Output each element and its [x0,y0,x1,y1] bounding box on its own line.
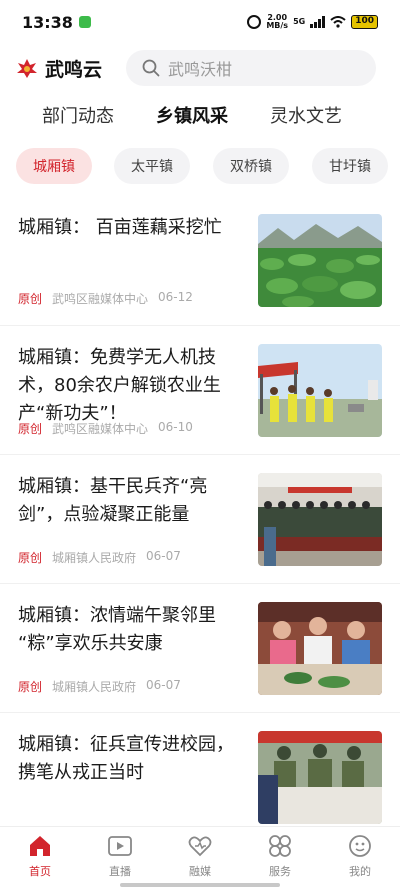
news-thumbnail-zongzi-making [258,602,382,695]
net-speed-unit: MB/s [266,21,289,30]
grid-icon [269,835,291,857]
search-input[interactable]: 武鸣沃柑 [126,50,377,86]
main-tabs: 部门动态 乡镇风采 灵水文艺 [0,96,400,134]
home-indicator[interactable] [120,883,280,887]
news-item[interactable]: 城厢镇：基干民兵齐“亮剑”，点验凝聚正能量 原创 城厢镇人民政府 06-07 [0,454,400,583]
news-date: 06-10 [158,420,193,434]
news-title: 城厢镇：免费学无人机技术，80余农户解锁农业生产“新功夫”！ [18,347,221,424]
news-item[interactable]: 城厢镇：征兵宣传进校园，携笔从戎正当时 [0,712,400,841]
original-tag: 原创 [18,422,43,436]
news-thumbnail-lotus-field [258,214,382,307]
app-name: 武鸣云 [45,58,103,81]
news-thumbnail-drone-training [258,344,382,437]
play-icon [108,836,132,856]
news-source: 武鸣区融媒体中心 [52,292,149,306]
news-date: 06-07 [146,678,181,692]
bottom-navigation: 首页 直播 融媒 服务 我的 [0,826,400,889]
news-list: 城厢镇： 百亩莲藕采挖忙 原创 武鸣区融媒体中心 06-12 城厢镇：免费学无人… [0,196,400,841]
news-item[interactable]: 城厢镇：浓情端午聚邻里 “粽”享欢乐共安康 原创 城厢镇人民政府 06-07 [0,583,400,712]
signal-icon [310,16,326,28]
status-time: 13:38 [22,12,73,32]
news-title: 城厢镇：征兵宣传进校园，携笔从戎正当时 [18,734,234,783]
nav-label: 融媒 [189,865,211,878]
app-header: 武鸣云 武鸣沃柑 [0,48,400,88]
news-title: 城厢镇：基干民兵齐“亮剑”，点验凝聚正能量 [18,476,208,525]
tab-lingshui-arts[interactable]: 灵水文艺 [270,102,342,128]
net-speed: 2.00 MB/s [266,14,288,30]
nav-media[interactable]: 融媒 [160,827,240,889]
news-source: 城厢镇人民政府 [52,680,137,694]
news-source: 武鸣区融媒体中心 [52,422,149,436]
network-label: 5G [293,17,306,26]
app-notification-icon [78,16,91,28]
original-tag: 原创 [18,292,43,306]
wifi-icon [330,16,346,28]
news-date: 06-12 [158,290,193,304]
news-title: 城厢镇：浓情端午聚邻里 “粽”享欢乐共安康 [18,605,216,654]
search-placeholder: 武鸣沃柑 [168,60,233,79]
home-icon [30,836,50,856]
chip-chengxiang[interactable]: 城厢镇 [16,148,92,184]
news-meta: 原创 武鸣区融媒体中心 06-12 [18,290,193,307]
chip-shuangqiao[interactable]: 双桥镇 [213,148,289,184]
logo-icon [17,59,37,78]
news-thumbnail-militia-assembly [258,473,382,566]
nav-profile[interactable]: 我的 [320,827,400,889]
heart-icon [188,836,212,857]
nav-label: 直播 [109,865,131,878]
nav-home[interactable]: 首页 [0,827,80,889]
alarm-icon [247,15,262,29]
news-item[interactable]: 城厢镇：免费学无人机技术，80余农户解锁农业生产“新功夫”！ 原创 武鸣区融媒体… [0,325,400,454]
status-indicators: 2.00 MB/s 5G 100 [247,14,378,30]
nav-label: 我的 [349,865,371,878]
town-filter-chips: 城厢镇 太平镇 双桥镇 甘圩镇 [0,148,400,186]
news-thumbnail-recruitment-campus [258,731,382,824]
news-meta: 原创 城厢镇人民政府 06-07 [18,678,181,695]
news-title: 城厢镇： 百亩莲藕采挖忙 [18,217,222,238]
chip-ganxu[interactable]: 甘圩镇 [312,148,388,184]
battery-icon: 100 [351,15,378,29]
nav-live[interactable]: 直播 [80,827,160,889]
tab-department-news[interactable]: 部门动态 [42,102,114,128]
nav-label: 首页 [29,865,51,878]
status-bar: 13:38 2.00 MB/s 5G 100 [0,0,400,44]
news-source: 城厢镇人民政府 [52,551,137,565]
news-meta: 原创 武鸣区融媒体中心 06-10 [18,420,193,437]
news-item[interactable]: 城厢镇： 百亩莲藕采挖忙 原创 武鸣区融媒体中心 06-12 [0,196,400,325]
original-tag: 原创 [18,680,43,694]
original-tag: 原创 [18,551,43,565]
nav-label: 服务 [269,865,291,878]
search-icon [142,59,160,77]
news-meta: 原创 城厢镇人民政府 06-07 [18,549,181,566]
network-type: 5G [293,18,305,26]
chip-taiping[interactable]: 太平镇 [114,148,190,184]
tab-township-style[interactable]: 乡镇风采 [156,102,228,128]
news-date: 06-07 [146,549,181,563]
profile-icon [349,835,371,857]
nav-service[interactable]: 服务 [240,827,320,889]
